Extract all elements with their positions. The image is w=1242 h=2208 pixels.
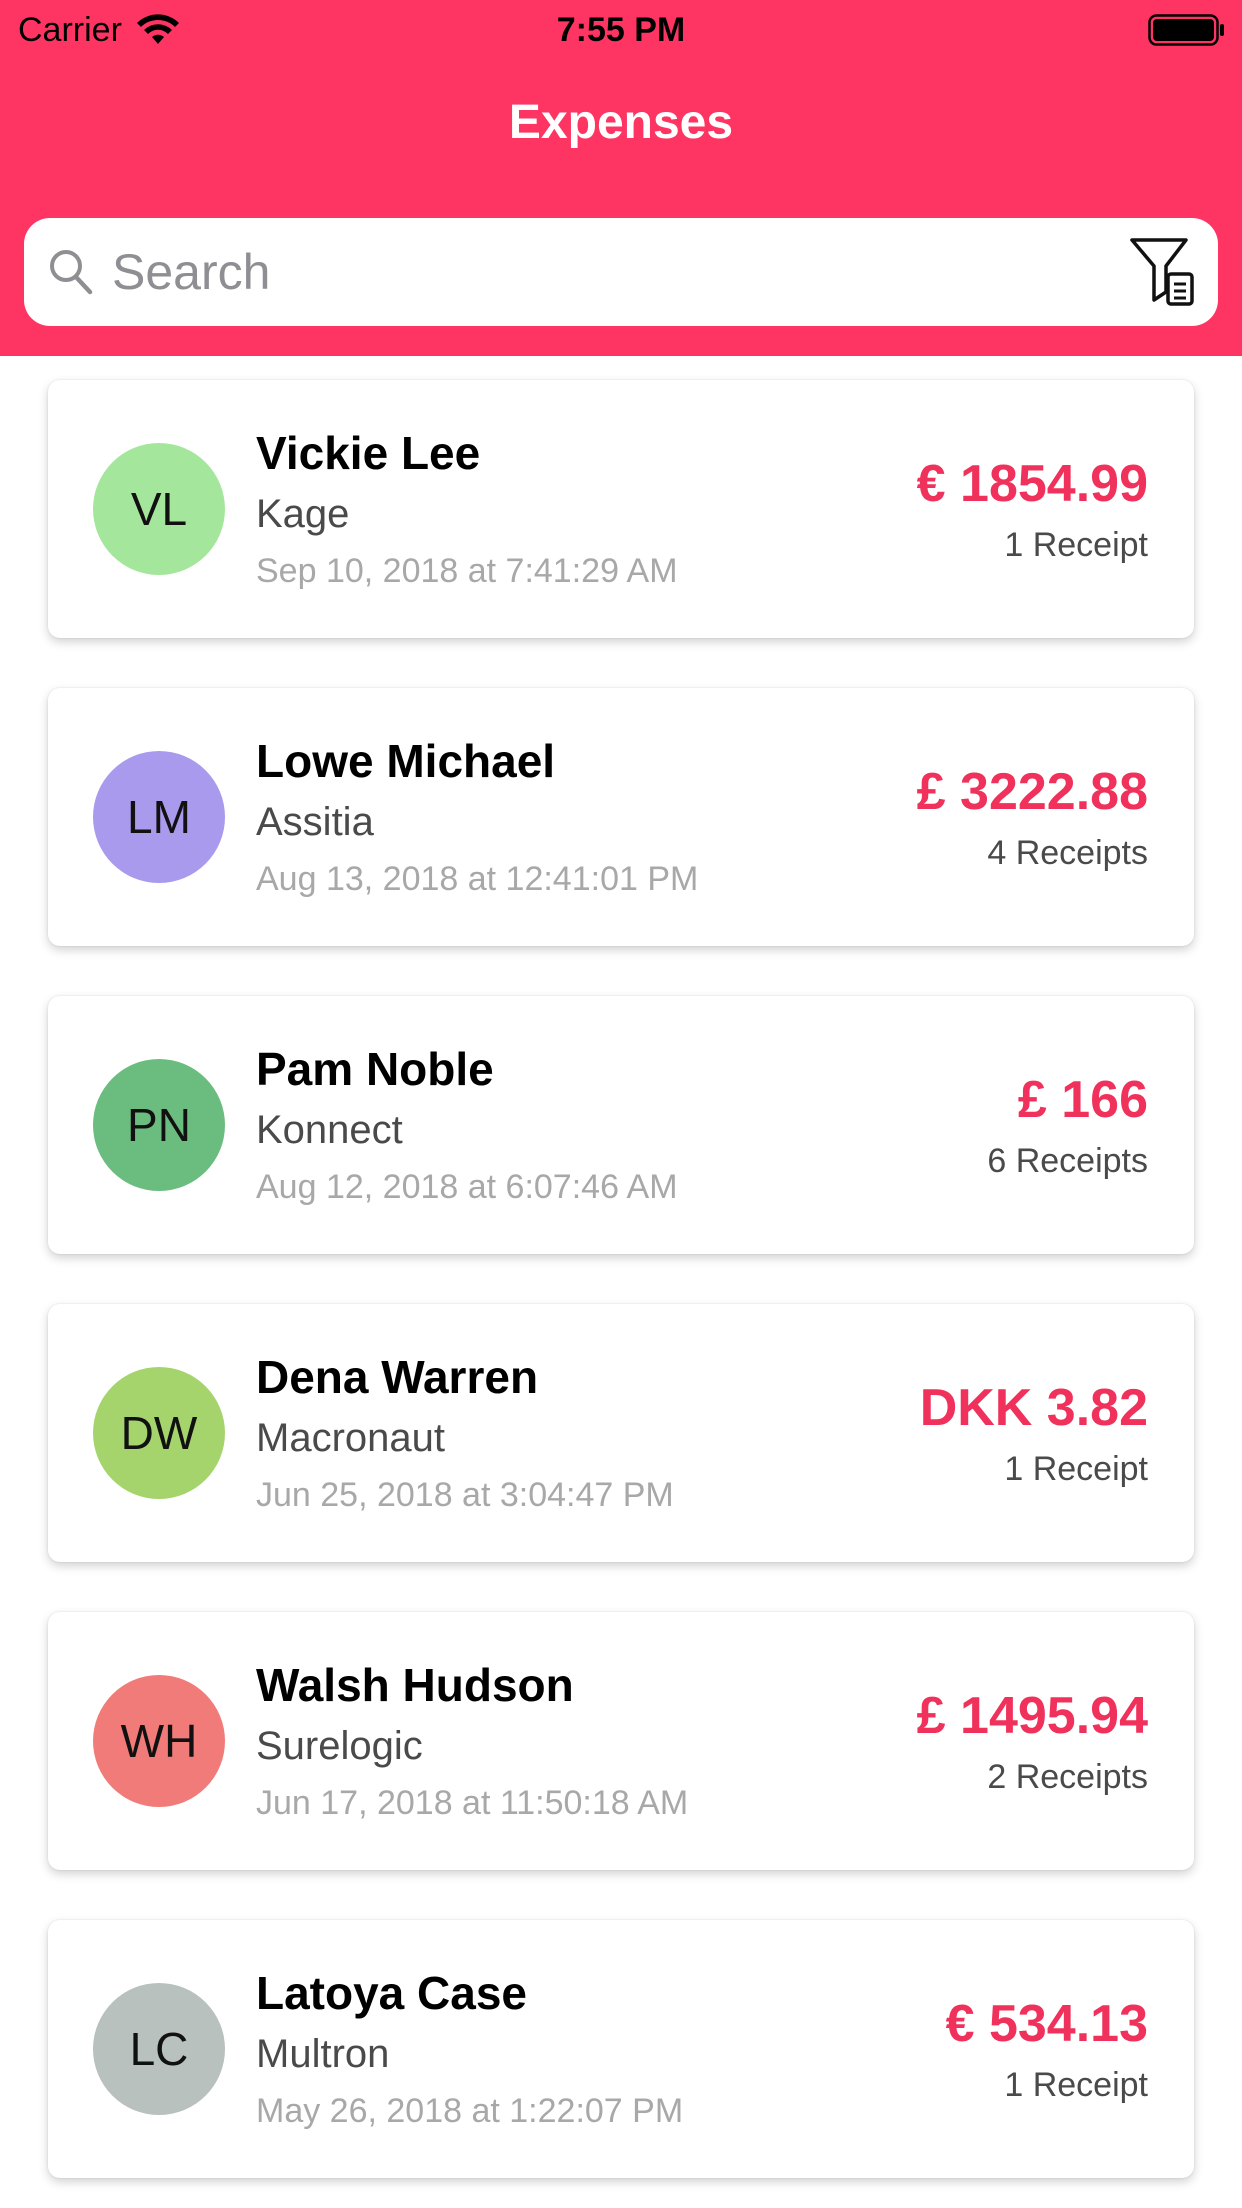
- expense-name: Vickie Lee: [256, 427, 481, 479]
- expense-company: Konnect: [256, 1108, 403, 1152]
- receipt-count: 4 Receipts: [987, 834, 1148, 872]
- expense-name: Lowe Michael: [256, 735, 556, 787]
- expense-company: Surelogic: [256, 1724, 423, 1768]
- receipt-count: 1 Receipt: [1004, 1450, 1148, 1488]
- receipt-count: 1 Receipt: [1004, 2066, 1148, 2104]
- expense-date: Jun 25, 2018 at 3:04:47 PM: [256, 1476, 674, 1514]
- expense-name: Walsh Hudson: [256, 1659, 574, 1711]
- expense-company: Kage: [256, 492, 350, 536]
- search-bar[interactable]: [24, 218, 1218, 326]
- expense-name: Pam Noble: [256, 1043, 494, 1095]
- battery-icon: [1148, 14, 1224, 46]
- avatar: WH: [93, 1675, 225, 1807]
- expense-amount: £ 1495.94: [916, 1687, 1148, 1745]
- expense-amount: £ 3222.88: [916, 763, 1148, 821]
- avatar: LM: [93, 751, 225, 883]
- status-bar: Carrier 7:55 PM: [0, 0, 1242, 62]
- expense-name: Dena Warren: [256, 1351, 539, 1403]
- avatar: DW: [93, 1367, 225, 1499]
- expense-card[interactable]: WH Walsh Hudson Surelogic Jun 17, 2018 a…: [48, 1612, 1194, 1870]
- page-title: Expenses: [508, 96, 734, 149]
- avatar: PN: [93, 1059, 225, 1191]
- expense-date: Sep 10, 2018 at 7:41:29 AM: [256, 552, 678, 590]
- receipt-count: 6 Receipts: [987, 1142, 1148, 1180]
- expense-card[interactable]: VL Vickie Lee Kage Sep 10, 2018 at 7:41:…: [48, 380, 1194, 638]
- expense-card[interactable]: DW Dena Warren Macronaut Jun 25, 2018 at…: [48, 1304, 1194, 1562]
- expense-amount: £ 166: [1017, 1071, 1148, 1129]
- status-time: 7:55 PM: [556, 11, 686, 49]
- expense-amount: DKK 3.82: [919, 1379, 1148, 1437]
- expense-company: Assitia: [256, 800, 374, 844]
- search-icon: [50, 250, 93, 295]
- receipt-count: 1 Receipt: [1004, 526, 1148, 564]
- expense-date: May 26, 2018 at 1:22:07 PM: [256, 2092, 684, 2130]
- expense-card[interactable]: PN Pam Noble Konnect Aug 12, 2018 at 6:0…: [48, 996, 1194, 1254]
- expense-company: Multron: [256, 2032, 390, 2076]
- expense-date: Aug 12, 2018 at 6:07:46 AM: [256, 1168, 678, 1206]
- expense-date: Jun 17, 2018 at 11:50:18 AM: [256, 1784, 689, 1822]
- filter-icon[interactable]: [1128, 236, 1198, 308]
- receipt-count: 2 Receipts: [987, 1758, 1148, 1796]
- expense-amount: € 534.13: [945, 1995, 1148, 2053]
- expense-card[interactable]: LM Lowe Michael Assitia Aug 13, 2018 at …: [48, 688, 1194, 946]
- expense-name: Latoya Case: [256, 1967, 528, 2019]
- avatar: VL: [93, 443, 225, 575]
- expense-company: Macronaut: [256, 1416, 445, 1460]
- header: Carrier 7:55 PM Expenses: [0, 0, 1242, 356]
- search-input[interactable]: [112, 238, 1072, 306]
- avatar: LC: [93, 1983, 225, 2115]
- expense-amount: € 1854.99: [916, 455, 1148, 513]
- expense-card[interactable]: LC Latoya Case Multron May 26, 2018 at 1…: [48, 1920, 1194, 2178]
- expense-date: Aug 13, 2018 at 12:41:01 PM: [256, 860, 699, 898]
